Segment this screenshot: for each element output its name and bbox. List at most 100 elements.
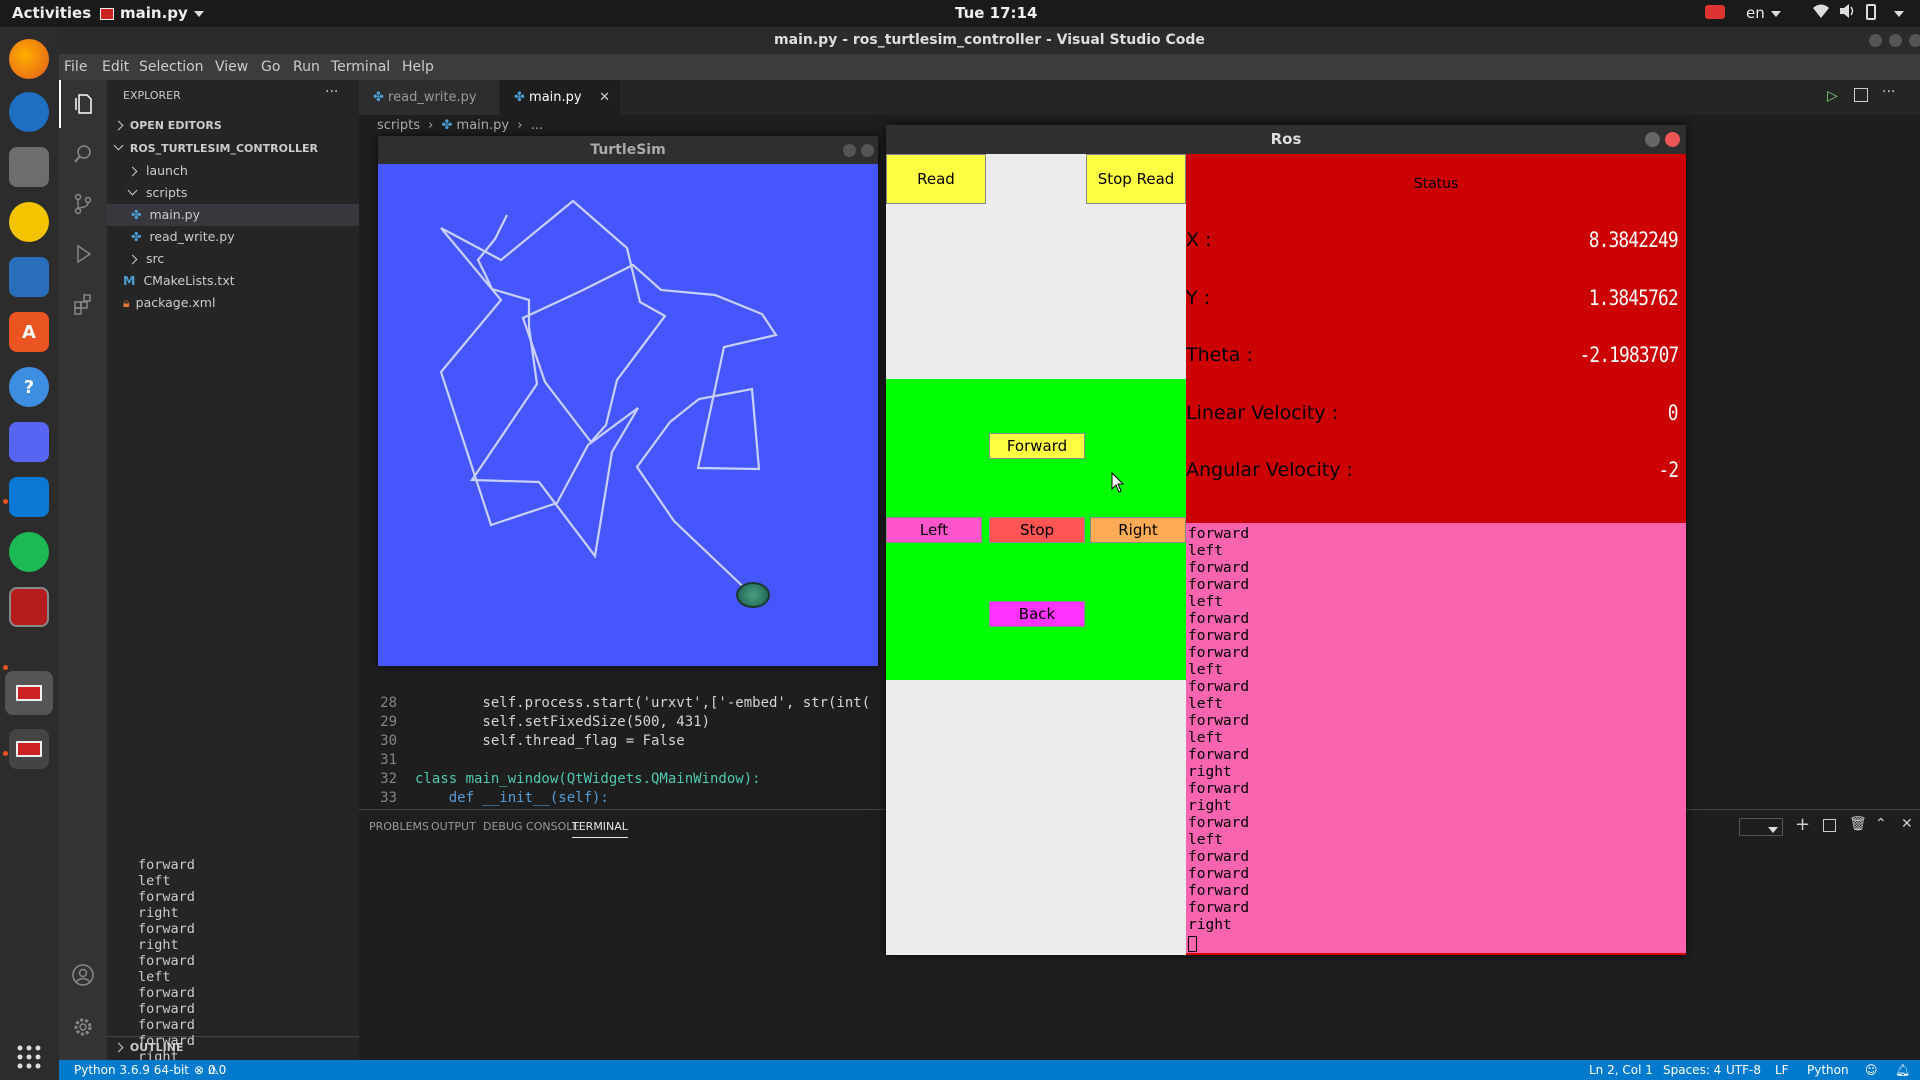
close-panel-icon[interactable]: ✕ bbox=[1901, 816, 1913, 832]
tree-item-main-py[interactable]: ✤ main.py bbox=[107, 204, 359, 226]
tab-read-write-py[interactable]: ✤ read_write.py bbox=[359, 80, 499, 115]
source-control-icon[interactable] bbox=[59, 180, 107, 228]
close-button[interactable] bbox=[861, 144, 874, 157]
code-line: 30 self.thread_flag = False bbox=[380, 733, 685, 749]
tab-terminal[interactable]: TERMINAL bbox=[572, 820, 628, 838]
code-line: 29 self.setFixedSize(500, 431) bbox=[380, 714, 711, 730]
menu-edit[interactable]: Edit bbox=[102, 59, 129, 75]
cursor-position[interactable]: Ln 2, Col 1 bbox=[1589, 1060, 1653, 1080]
encoding[interactable]: UTF-8 bbox=[1726, 1060, 1761, 1080]
breadcrumb-scripts[interactable]: scripts bbox=[377, 118, 420, 133]
notifications-icon[interactable]: 🔔︎ bbox=[1895, 1060, 1910, 1080]
tree-item-read-write-py[interactable]: ✤ read_write.py bbox=[107, 226, 359, 248]
language-menu[interactable]: en bbox=[1746, 4, 1781, 22]
spotify-icon[interactable] bbox=[9, 532, 49, 572]
ros-app-icon[interactable] bbox=[9, 729, 49, 769]
gear-icon[interactable] bbox=[59, 1003, 107, 1051]
maximize-panel-icon[interactable]: ⌃ bbox=[1875, 816, 1887, 832]
menu-selection[interactable]: Selection bbox=[139, 59, 204, 75]
search-icon[interactable] bbox=[59, 130, 107, 178]
show-applications-icon[interactable] bbox=[9, 1037, 49, 1077]
tab-debug-console[interactable]: DEBUG CONSOLE bbox=[483, 820, 579, 833]
minimize-button[interactable] bbox=[1645, 132, 1660, 147]
tab-main-py[interactable]: ✤ main.py ✕ bbox=[500, 80, 620, 115]
terminal-output[interactable]: forward left forward right forward right forwa… bbox=[138, 857, 195, 1065]
help-icon[interactable]: ? bbox=[9, 367, 49, 407]
activities-button[interactable]: Activities bbox=[12, 4, 91, 22]
discord-icon[interactable] bbox=[9, 422, 49, 462]
thunderbird-icon[interactable] bbox=[9, 92, 49, 132]
battery-icon[interactable] bbox=[1866, 4, 1876, 20]
ros-titlebar[interactable]: Ros bbox=[886, 125, 1686, 154]
run-file-icon[interactable]: ▷ bbox=[1827, 88, 1838, 104]
trash-icon[interactable]: 🗑︎ bbox=[1849, 816, 1867, 832]
firefox-icon[interactable] bbox=[9, 39, 49, 79]
close-icon[interactable]: ✕ bbox=[599, 80, 610, 115]
tree-item-scripts[interactable]: scripts bbox=[107, 182, 359, 204]
split-terminal-icon[interactable] bbox=[1823, 819, 1836, 832]
terminal-select[interactable] bbox=[1739, 818, 1783, 836]
back-button[interactable]: Back bbox=[989, 601, 1085, 627]
maximize-button[interactable] bbox=[1889, 34, 1902, 47]
left-button[interactable]: Left bbox=[886, 517, 982, 543]
project-section[interactable]: ROS_TURTLESIM_CONTROLLER bbox=[107, 138, 359, 160]
menu-go[interactable]: Go bbox=[261, 59, 280, 75]
menu-file[interactable]: File bbox=[64, 59, 87, 75]
app-menu[interactable]: main.py bbox=[100, 4, 204, 22]
files-icon[interactable] bbox=[9, 147, 49, 187]
forward-button[interactable]: Forward bbox=[989, 433, 1085, 459]
accounts-icon[interactable] bbox=[59, 951, 107, 999]
stop-read-button[interactable]: Stop Read bbox=[1086, 154, 1186, 204]
run-debug-icon[interactable] bbox=[59, 230, 107, 278]
minimize-button[interactable] bbox=[843, 144, 856, 157]
terminal-app-icon[interactable] bbox=[9, 587, 49, 627]
tab-output[interactable]: OUTPUT bbox=[431, 820, 476, 833]
indentation[interactable]: Spaces: 4 bbox=[1663, 1060, 1721, 1080]
extensions-icon[interactable] bbox=[59, 280, 107, 328]
tree-item-src[interactable]: src bbox=[107, 248, 359, 270]
log-line: forward bbox=[1188, 611, 1250, 627]
stop-button[interactable]: Stop bbox=[989, 517, 1085, 543]
system-menu[interactable] bbox=[1888, 4, 1904, 22]
menu-run[interactable]: Run bbox=[293, 59, 320, 75]
explorer-icon[interactable] bbox=[59, 80, 107, 128]
tree-item-cmakelists[interactable]: M CMakeLists.txt bbox=[107, 270, 359, 292]
new-terminal-icon[interactable]: + bbox=[1795, 814, 1810, 835]
screen-recorder-icon[interactable] bbox=[1705, 5, 1725, 19]
split-editor-icon[interactable] bbox=[1854, 88, 1868, 102]
minimize-button[interactable] bbox=[1869, 34, 1882, 47]
close-button[interactable] bbox=[1665, 132, 1680, 147]
menu-terminal[interactable]: Terminal bbox=[331, 59, 390, 75]
tree-item-package-xml[interactable]: 🔒︎ package.xml bbox=[107, 292, 359, 314]
breadcrumb-main-py[interactable]: main.py bbox=[457, 118, 510, 133]
rhythmbox-icon[interactable] bbox=[9, 202, 49, 242]
turtlesim-titlebar[interactable]: TurtleSim bbox=[378, 136, 878, 164]
menu-view[interactable]: View bbox=[215, 59, 248, 75]
close-button[interactable] bbox=[1909, 34, 1920, 47]
open-editors-section[interactable]: OPEN EDITORS bbox=[107, 115, 359, 137]
ros-window: Ros Read Stop Read Forward Left Stop Rig… bbox=[886, 125, 1686, 955]
more-actions-icon[interactable]: ··· bbox=[1882, 84, 1895, 100]
clock[interactable]: Tue 17:14 bbox=[955, 4, 1037, 22]
tree-item-launch[interactable]: launch bbox=[107, 160, 359, 182]
read-button[interactable]: Read bbox=[886, 154, 986, 204]
volume-icon[interactable] bbox=[1838, 3, 1856, 23]
wifi-icon[interactable] bbox=[1812, 3, 1830, 23]
log-panel[interactable]: forward left forward forward left forward forw… bbox=[1186, 523, 1686, 955]
turtlesim-app-icon[interactable] bbox=[5, 671, 53, 715]
tab-problems[interactable]: PROBLEMS bbox=[369, 820, 429, 833]
language-mode[interactable]: Python bbox=[1807, 1060, 1849, 1080]
problems-indicator[interactable]: ⊗ 0 ⚠ 0 bbox=[194, 1060, 226, 1080]
breadcrumb-more[interactable]: ... bbox=[531, 118, 543, 133]
software-center-icon[interactable]: A bbox=[9, 312, 49, 352]
end-of-line[interactable]: LF bbox=[1775, 1060, 1789, 1080]
feedback-icon[interactable]: ☺ bbox=[1865, 1060, 1878, 1080]
vscode-icon[interactable] bbox=[9, 477, 49, 517]
log-line: forward bbox=[1188, 679, 1250, 695]
right-button[interactable]: Right bbox=[1090, 517, 1186, 543]
menu-help[interactable]: Help bbox=[402, 59, 434, 75]
python-interpreter[interactable]: Python 3.6.9 64-bit bbox=[74, 1060, 189, 1080]
chevron-down-icon bbox=[1768, 826, 1778, 833]
more-actions-icon[interactable]: ··· bbox=[325, 85, 345, 107]
writer-icon[interactable] bbox=[9, 257, 49, 297]
